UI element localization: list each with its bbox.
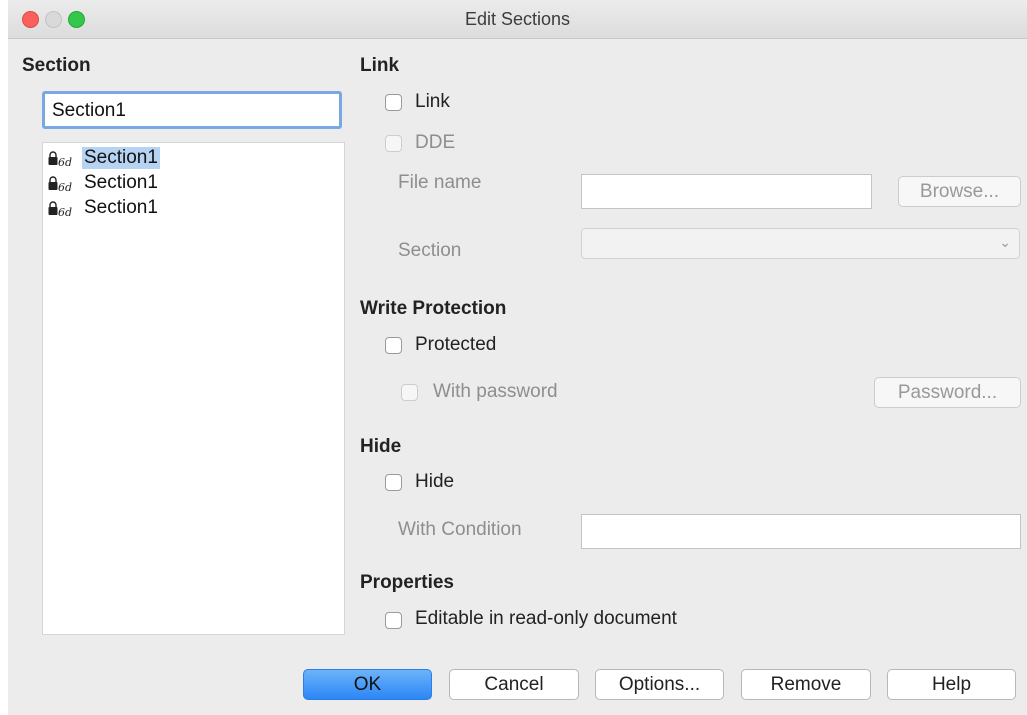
hide-checkbox[interactable] [385, 474, 402, 491]
with-password-label: With password [433, 381, 558, 402]
svg-text:6d: 6d [58, 181, 72, 193]
chevron-down-icon: ⌄ [999, 234, 1011, 250]
section-name-input[interactable]: Section1 [42, 91, 342, 129]
protected-checkbox[interactable] [385, 337, 402, 354]
with-password-checkbox[interactable] [401, 384, 418, 401]
write-protection-heading: Write Protection [360, 298, 507, 319]
lock-link-icon: 6d [48, 176, 72, 193]
editable-readonly-checkbox[interactable] [385, 612, 402, 629]
file-name-input[interactable] [581, 174, 872, 209]
dde-checkbox[interactable] [385, 135, 402, 152]
section-heading: Section [22, 55, 91, 76]
svg-text:6d: 6d [58, 206, 72, 218]
protected-checkbox-label: Protected [415, 334, 497, 355]
list-item-label: Section1 [84, 197, 158, 218]
password-button[interactable]: Password... [874, 377, 1021, 408]
with-condition-label: With Condition [398, 519, 522, 540]
svg-text:6d: 6d [58, 156, 72, 168]
ok-button[interactable]: OK [303, 669, 432, 700]
dde-checkbox-label: DDE [415, 132, 456, 153]
section-dropdown[interactable]: ⌄ [581, 228, 1020, 259]
hide-heading: Hide [360, 436, 402, 457]
link-heading: Link [360, 55, 400, 76]
file-name-label: File name [398, 172, 482, 193]
cancel-button[interactable]: Cancel [449, 669, 579, 700]
section-link-label: Section [398, 240, 462, 261]
condition-input[interactable] [581, 514, 1021, 549]
browse-button[interactable]: Browse... [898, 176, 1021, 207]
options-button[interactable]: Options... [595, 669, 724, 700]
section-name-value: Section1 [52, 100, 126, 121]
edit-sections-dialog: Edit Sections Section Section1 6d Sectio… [8, 0, 1027, 715]
list-item-label: Section1 [84, 172, 158, 193]
title-bar: Edit Sections [8, 0, 1027, 39]
remove-button[interactable]: Remove [741, 669, 871, 700]
properties-heading: Properties [360, 572, 454, 593]
hide-checkbox-label: Hide [415, 471, 455, 492]
window-title: Edit Sections [464, 9, 571, 29]
section-list[interactable]: 6d Section1 6d Section1 6d Section1 [42, 142, 345, 635]
list-item-label: Section1 [82, 147, 160, 169]
lock-link-icon: 6d [48, 201, 72, 218]
help-button[interactable]: Help [887, 669, 1016, 700]
link-checkbox-label: Link [415, 91, 450, 112]
link-checkbox[interactable] [385, 94, 402, 111]
lock-link-icon: 6d [48, 151, 72, 168]
editable-readonly-label: Editable in read-only document [415, 608, 677, 629]
